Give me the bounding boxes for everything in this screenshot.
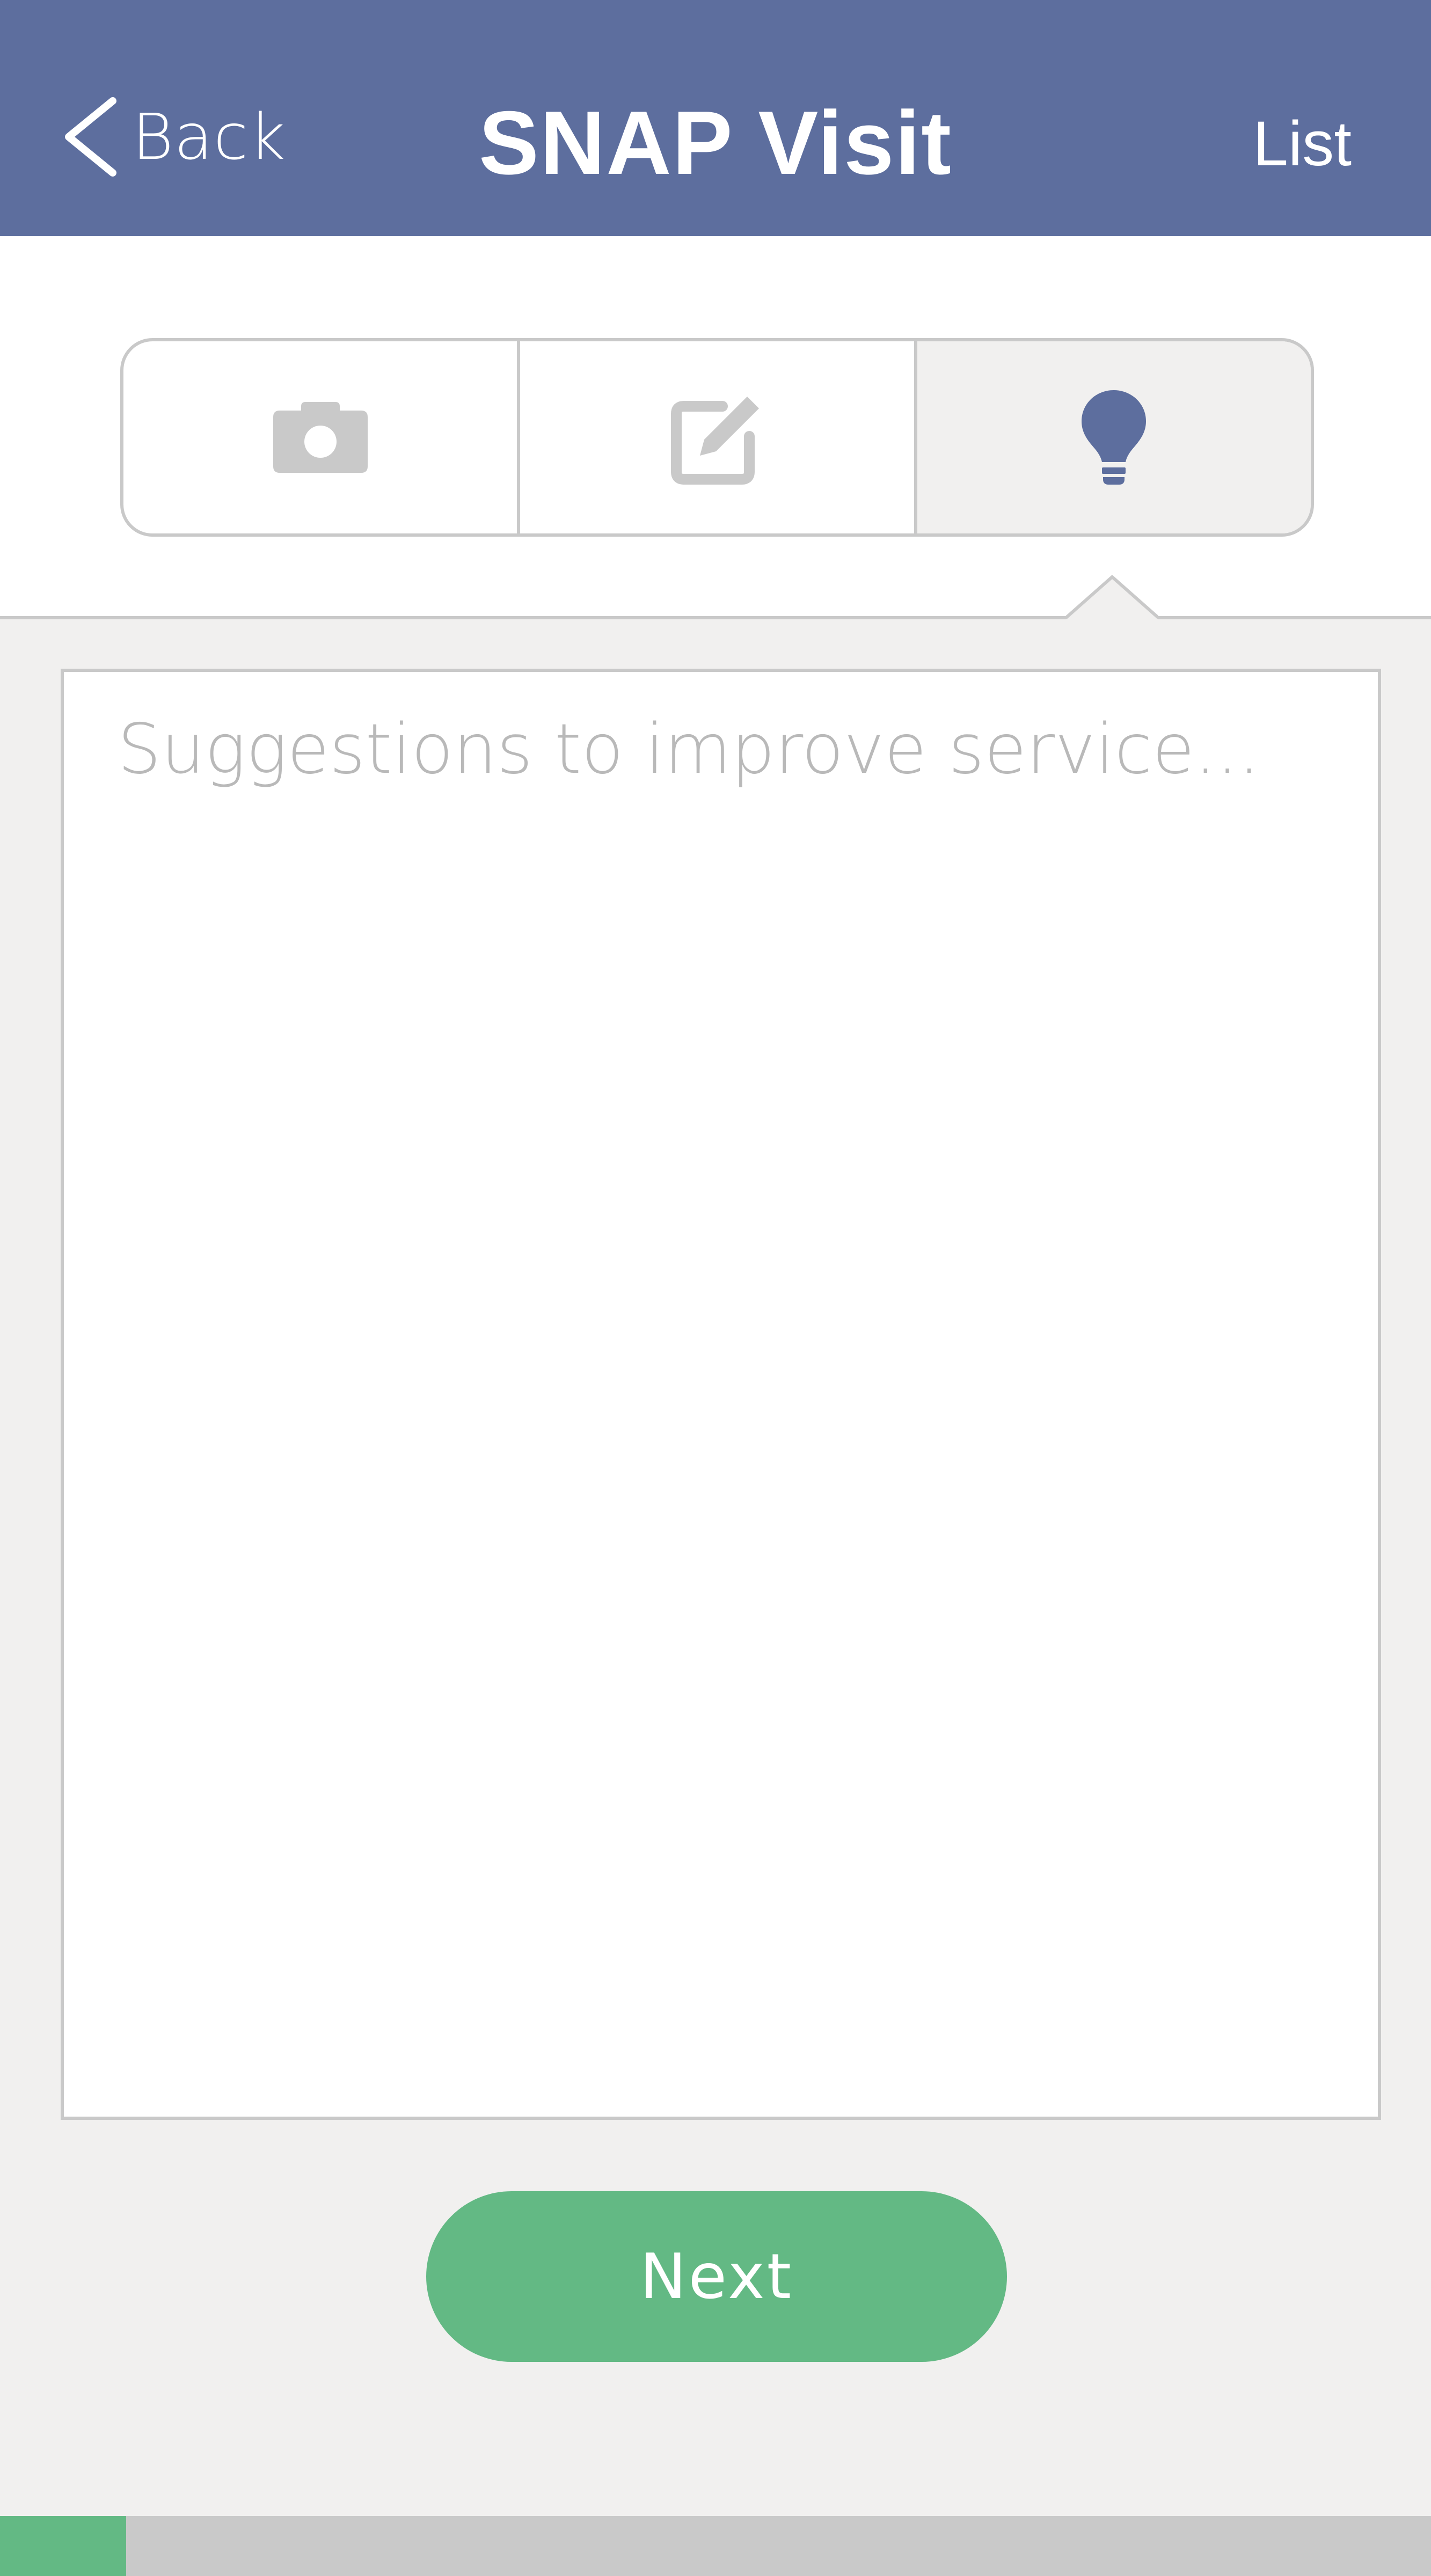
progress-bar	[0, 2516, 1431, 2576]
tab-camera[interactable]	[123, 341, 517, 533]
suggestions-input[interactable]	[64, 672, 1378, 2117]
tab-notes[interactable]	[517, 341, 914, 533]
tab-suggestions[interactable]	[914, 341, 1311, 533]
mode-segmented-control	[120, 338, 1314, 537]
camera-icon	[273, 402, 368, 473]
list-button[interactable]: List	[1253, 107, 1352, 180]
progress-fill	[0, 2516, 126, 2576]
header-bar: Back SNAP Visit List	[0, 0, 1431, 236]
next-button[interactable]: Next	[426, 2191, 1007, 2362]
edit-icon	[670, 390, 765, 485]
active-tab-pointer	[1066, 575, 1158, 619]
snap-visit-screen: Back SNAP Visit List Suggestions to impr…	[0, 0, 1431, 2576]
lightbulb-icon	[1082, 390, 1147, 485]
suggestions-box	[61, 669, 1381, 2120]
page-title: SNAP Visit	[478, 92, 953, 193]
